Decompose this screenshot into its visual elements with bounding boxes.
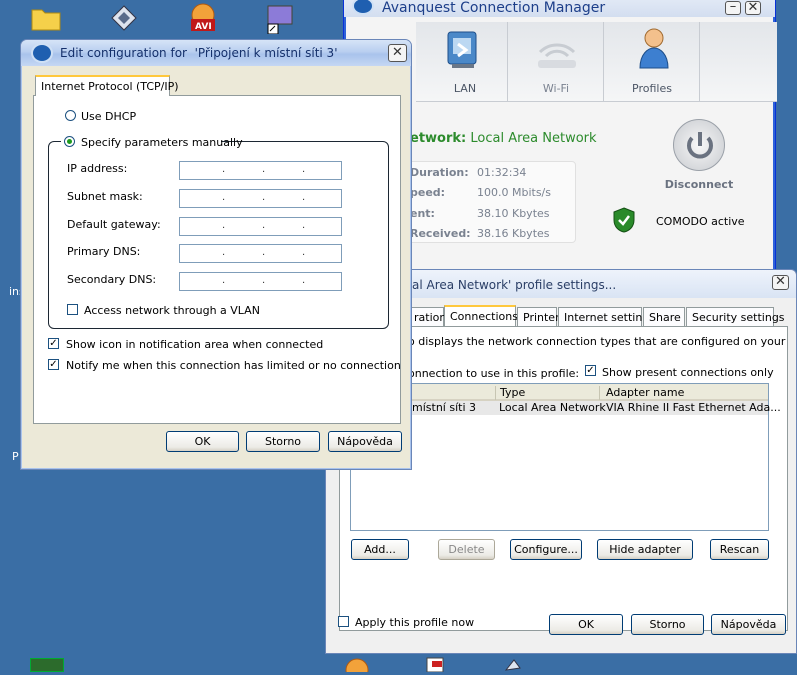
profile-close-button[interactable]: ✕: [772, 275, 789, 290]
edit-help-button[interactable]: Nápověda: [328, 431, 402, 452]
comodo-shield-icon: [612, 207, 636, 236]
stat-duration-label: Duration:: [410, 166, 469, 179]
taskbar-app-icon[interactable]: [30, 658, 64, 672]
use-dhcp-label[interactable]: Use DHCP: [81, 110, 136, 123]
col-header-type[interactable]: Type: [500, 386, 600, 400]
edit-configuration-title: Edit configuration for 'Připojení k míst…: [60, 46, 338, 60]
tab-internet-settings[interactable]: Internet settings: [558, 307, 655, 326]
default-gateway-label: Default gateway:: [67, 218, 161, 231]
col-header-adapter[interactable]: Adapter name: [606, 386, 766, 400]
show-icon-checkbox[interactable]: ✓: [48, 338, 59, 349]
tab-lan[interactable]: LAN: [422, 22, 508, 102]
connections-description: o displays the network connection types …: [408, 335, 786, 348]
default-gateway-field[interactable]: ...: [179, 217, 342, 236]
row-connection-name: místní síti 3: [412, 401, 476, 414]
network-heading: etwork: Local Area Network: [410, 131, 597, 146]
avi-file-icon[interactable]: AVI: [186, 2, 222, 34]
comodo-status: COMODO active: [656, 215, 745, 228]
ip-address-field[interactable]: ...: [179, 161, 342, 180]
edit-close-button[interactable]: ✕: [388, 44, 407, 62]
folder-icon[interactable]: [30, 4, 66, 36]
notify-label[interactable]: Notify me when this connection has limit…: [66, 359, 401, 372]
disconnect-button[interactable]: [673, 119, 725, 171]
row-connection-type: Local Area Network: [499, 401, 606, 414]
ip-address-label: IP address:: [67, 162, 128, 175]
tab-profiles-label: Profiles: [632, 82, 672, 95]
tab-security-settings[interactable]: Security settings: [686, 307, 785, 326]
stat-speed-value: 100.0 Mbits/s: [477, 186, 551, 199]
tab-wifi-label: Wi-Fi: [542, 82, 570, 95]
subnet-mask-label: Subnet mask:: [67, 190, 143, 203]
primary-dns-field[interactable]: ...: [179, 244, 342, 263]
table-row[interactable]: místní síti 3 Local Area Network VIA Rhi…: [351, 401, 781, 415]
stat-duration-value: 01:32:34: [477, 166, 527, 179]
show-icon-label[interactable]: Show icon in notification area when conn…: [66, 338, 323, 351]
bottom-shortcut-icon[interactable]: [502, 656, 524, 672]
edit-configuration-titlebar[interactable]: Edit configuration for 'Připojení k míst…: [21, 40, 411, 66]
tab-connections[interactable]: Connections: [444, 305, 518, 326]
wifi-icon: [534, 30, 580, 75]
shortcut-diamond-icon[interactable]: [108, 4, 144, 36]
stat-sent-label: ent:: [410, 207, 435, 220]
stat-received-value: 38.16 Kbytes: [477, 227, 550, 240]
tab-share[interactable]: Share: [643, 307, 685, 326]
tab-printer[interactable]: Printer: [517, 307, 560, 326]
edit-configuration-dialog: Edit configuration for 'Připojení k míst…: [20, 39, 412, 470]
app-logo-icon: [31, 43, 53, 63]
profiles-icon: [636, 26, 672, 73]
profile-ok-button[interactable]: OK: [549, 614, 623, 635]
subnet-mask-field[interactable]: ...: [179, 189, 342, 208]
delete-button[interactable]: Delete: [438, 539, 495, 560]
edit-cancel-button[interactable]: Storno: [246, 431, 320, 452]
vlan-checkbox[interactable]: [67, 304, 78, 315]
primary-dns-label: Primary DNS:: [67, 245, 141, 258]
select-connection-label: onnection to use in this profile:: [408, 367, 580, 380]
tab-profiles[interactable]: Profiles: [604, 22, 700, 102]
notify-checkbox[interactable]: ✓: [48, 359, 59, 370]
tab-tcpip[interactable]: Internet Protocol (TCP/IP): [35, 75, 179, 96]
profile-help-button[interactable]: Nápověda: [711, 614, 786, 635]
network-heading-value: Local Area Network: [470, 131, 597, 146]
tab-lan-label: LAN: [453, 82, 477, 95]
secondary-dns-label: Secondary DNS:: [67, 273, 157, 286]
configure-button[interactable]: Configure...: [510, 539, 582, 560]
secondary-dns-field[interactable]: ...: [179, 272, 342, 291]
specify-manually-label[interactable]: Specify parameters manually: [81, 136, 243, 149]
show-present-label[interactable]: Show present connections only: [602, 366, 774, 379]
video-shortcut-icon[interactable]: [264, 4, 300, 36]
edit-ok-button[interactable]: OK: [166, 431, 239, 452]
tab-wifi[interactable]: Wi-Fi: [508, 22, 604, 102]
bottom-avi-icon[interactable]: [340, 656, 374, 675]
add-button[interactable]: Add...: [351, 539, 409, 560]
lan-icon: [440, 28, 484, 75]
stat-sent-value: 38.10 Kbytes: [477, 207, 550, 220]
specify-manually-radio[interactable]: [64, 136, 75, 147]
stat-speed-label: peed:: [410, 186, 446, 199]
row-adapter-name: VIA Rhine II Fast Ethernet Ada...: [606, 401, 781, 414]
desktop-label-p: P: [12, 450, 19, 463]
svg-text:AVI: AVI: [195, 22, 212, 32]
show-present-checkbox[interactable]: ✓: [585, 365, 596, 376]
minimize-button[interactable]: –: [725, 0, 741, 15]
tab-general[interactable]: ration: [408, 307, 446, 326]
disconnect-label[interactable]: Disconnect: [649, 178, 749, 191]
app-logo-icon: [352, 0, 374, 15]
apply-profile-label[interactable]: Apply this profile now: [355, 616, 474, 629]
profile-cancel-button[interactable]: Storno: [631, 614, 704, 635]
connection-manager-titlebar[interactable]: Avanquest Connection Manager – ✕: [344, 0, 775, 17]
close-button[interactable]: ✕: [745, 1, 761, 15]
bottom-document-icon[interactable]: [424, 656, 446, 673]
power-icon: [687, 132, 713, 159]
connection-manager-title: Avanquest Connection Manager: [382, 0, 606, 16]
network-heading-label: etwork:: [410, 131, 467, 146]
col-header-name[interactable]: [410, 386, 496, 400]
apply-profile-checkbox[interactable]: [338, 616, 349, 627]
stat-received-label: Received:: [410, 227, 471, 240]
hide-adapter-button[interactable]: Hide adapter: [597, 539, 693, 560]
profile-settings-title: al Area Network' profile settings...: [412, 278, 617, 292]
rescan-button[interactable]: Rescan: [710, 539, 769, 560]
use-dhcp-radio[interactable]: [65, 110, 76, 121]
vlan-label[interactable]: Access network through a VLAN: [84, 304, 260, 317]
